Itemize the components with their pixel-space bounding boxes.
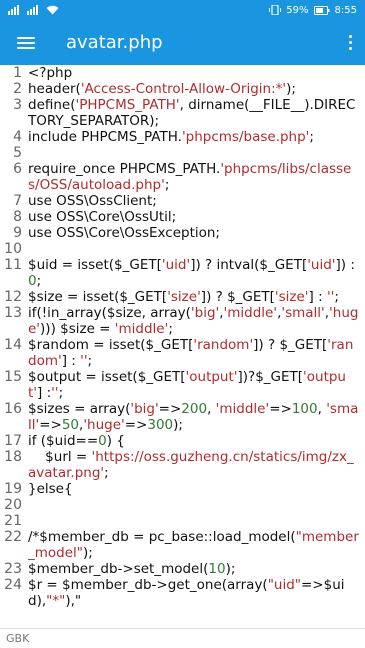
status-right: 59% 8:55: [269, 5, 357, 16]
vibrate-icon: [269, 5, 282, 15]
code-line[interactable]: 12 $size = isset($_GET['size']) ? $_GET['…: [0, 289, 365, 305]
line-number: 6: [13, 161, 22, 177]
code-text: $uid = isset($_GET['uid']) ? intval($_GE…: [28, 257, 360, 289]
overflow-menu-button[interactable]: [335, 20, 365, 65]
line-number: 20: [4, 497, 22, 513]
line-number: 18: [4, 449, 22, 465]
file-title: avatar.php: [66, 32, 163, 53]
code-line[interactable]: 11 $uid = isset($_GET['uid']) ? intval($_…: [0, 257, 365, 289]
clock: 8:55: [334, 4, 357, 16]
code-line[interactable]: 8 use OSS\Core\OssUtil;: [0, 209, 365, 225]
code-line[interactable]: 21: [0, 513, 365, 529]
code-text: $random = isset($_GET['random']) ? $_GET…: [28, 337, 354, 369]
code-text: use OSS\OssClient;: [28, 193, 157, 209]
code-text: define('PHPCMS_PATH', dirname(__FILE__).…: [28, 97, 356, 129]
code-line[interactable]: 14 $random = isset($_GET['random']) ? $_G…: [0, 337, 365, 369]
code-text: $output = isset($_GET['output'])?$_GET['…: [28, 369, 346, 401]
code-line[interactable]: 16 $sizes = array('big'=>200, 'middle'=>1…: [0, 401, 365, 433]
code-text: use OSS\Core\OssException;: [28, 225, 220, 241]
code-line[interactable]: 4 include PHPCMS_PATH.'phpcms/base.php';: [0, 129, 365, 145]
code-text: if(!in_array($size, array('big','middle'…: [28, 305, 359, 337]
sim1-signal-icon: [8, 5, 19, 15]
code-line[interactable]: 17 if ($uid==0) {: [0, 433, 365, 449]
line-number: 16: [4, 401, 22, 417]
line-number: 8: [13, 209, 22, 225]
code-text: $size = isset($_GET['size']) ? $_GET['si…: [28, 289, 339, 305]
sim2-signal-icon: [27, 5, 38, 15]
code-line[interactable]: 19 }else{: [0, 481, 365, 497]
code-line[interactable]: 13 if(!in_array($size, array('big','middl…: [0, 305, 365, 337]
code-lines: 1 <?php 2 header('Access-Control-Allow-Orig…: [0, 65, 365, 609]
code-line[interactable]: 10: [0, 241, 365, 257]
code-line[interactable]: 20: [0, 497, 365, 513]
code-line[interactable]: 2 header('Access-Control-Allow-Origin:*')…: [0, 81, 365, 97]
more-vert-icon: [348, 35, 352, 50]
line-number: 22: [4, 529, 22, 545]
line-number: 4: [13, 129, 22, 145]
code-text: if ($uid==0) {: [28, 433, 125, 449]
wifi-icon: [46, 5, 59, 15]
code-text: header('Access-Control-Allow-Origin:*');: [28, 81, 296, 97]
line-number: 3: [13, 97, 22, 113]
code-text: require_once PHPCMS_PATH.'phpcms/libs/cl…: [28, 161, 352, 193]
code-text: include PHPCMS_PATH.'phpcms/base.php';: [28, 129, 314, 145]
line-number: 12: [4, 289, 22, 305]
code-text: }else{: [28, 481, 73, 497]
line-number: 11: [4, 257, 22, 273]
line-number: 21: [4, 513, 22, 529]
app-bar: avatar.php: [0, 20, 365, 65]
code-line[interactable]: 6 require_once PHPCMS_PATH.'phpcms/libs/c…: [0, 161, 365, 193]
line-number: 9: [13, 225, 22, 241]
hamburger-icon: [17, 36, 35, 49]
line-number: 1: [13, 65, 22, 81]
code-text: $url = 'https://oss.guzheng.cn/statics/i…: [28, 449, 354, 481]
code-text: use OSS\Core\OssUtil;: [28, 209, 177, 225]
code-line[interactable]: 22 /*$member_db = pc_base::load_model("me…: [0, 529, 365, 561]
code-line[interactable]: 7 use OSS\OssClient;: [0, 193, 365, 209]
battery-percent: 59%: [286, 4, 309, 16]
code-text: $r = $member_db->get_one(array("uid"=>$u…: [28, 577, 345, 609]
code-text: <?php: [28, 65, 73, 81]
line-number: 19: [4, 481, 22, 497]
code-line[interactable]: 5: [0, 145, 365, 161]
code-line[interactable]: 24 $r = $member_db->get_one(array("uid"=>…: [0, 577, 365, 609]
line-number: 13: [4, 305, 22, 321]
line-number: 10: [4, 241, 22, 257]
code-text: $member_db->set_model(10);: [28, 561, 236, 577]
line-number: 17: [4, 433, 22, 449]
encoding-label[interactable]: GBK: [6, 632, 29, 645]
line-number: 15: [4, 369, 22, 385]
code-line[interactable]: 15 $output = isset($_GET['output'])?$_GET…: [0, 369, 365, 401]
code-line[interactable]: 23 $member_db->set_model(10);: [0, 561, 365, 577]
encoding-bar: GBK: [0, 628, 365, 648]
code-line[interactable]: 3 define('PHPCMS_PATH', dirname(__FILE__)…: [0, 97, 365, 129]
code-text: /*$member_db = pc_base::load_model("memb…: [28, 529, 359, 561]
line-number: 14: [4, 337, 22, 353]
line-number: 7: [13, 193, 22, 209]
line-number: 24: [4, 577, 22, 593]
code-editor[interactable]: 1 <?php 2 header('Access-Control-Allow-Orig…: [0, 65, 365, 628]
status-left: [8, 5, 59, 15]
status-bar: 59% 8:55: [0, 0, 365, 20]
code-line[interactable]: 1 <?php: [0, 65, 365, 81]
line-number: 5: [13, 145, 22, 161]
line-number: 23: [4, 561, 22, 577]
code-line[interactable]: 9 use OSS\Core\OssException;: [0, 225, 365, 241]
line-number: 2: [13, 81, 22, 97]
battery-icon: [313, 5, 330, 15]
code-text: $sizes = array('big'=>200, 'middle'=>100…: [28, 401, 359, 433]
menu-button[interactable]: [0, 20, 52, 65]
code-line[interactable]: 18 $url = 'https://oss.guzheng.cn/static…: [0, 449, 365, 481]
